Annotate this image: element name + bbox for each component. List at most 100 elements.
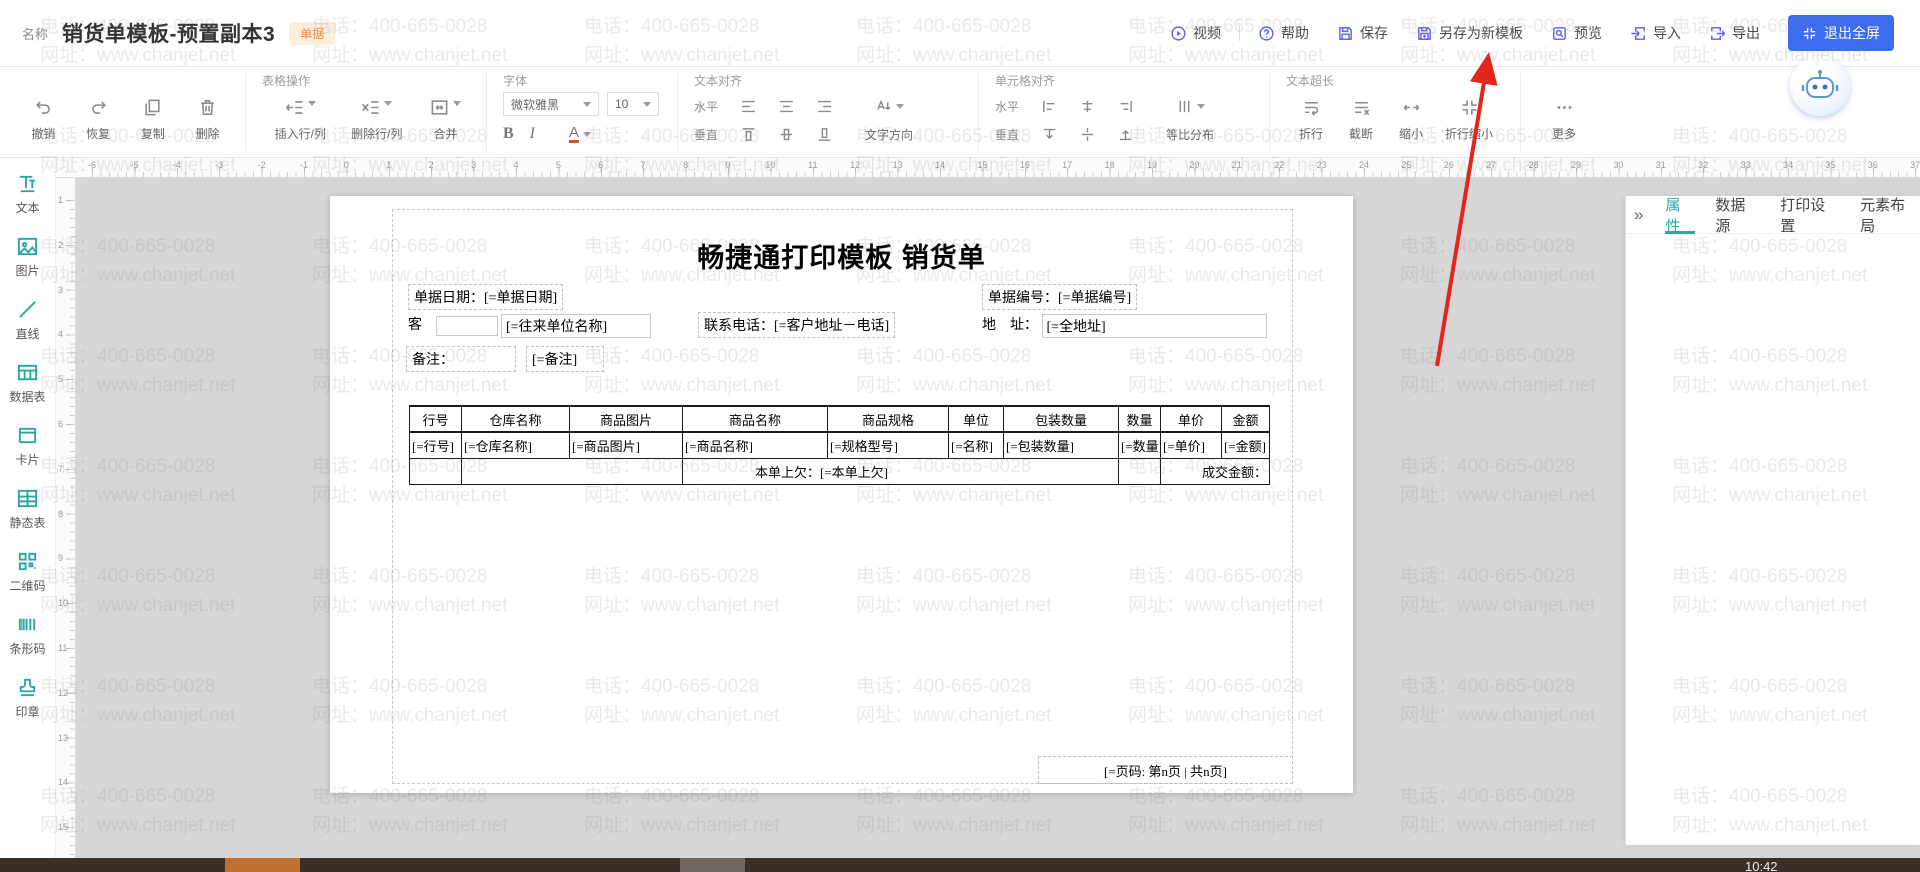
- col-header[interactable]: 单位: [948, 405, 1004, 433]
- field-address[interactable]: 地 址： [=全地址]: [982, 314, 1267, 338]
- align-middle-icon[interactable]: [778, 126, 795, 143]
- col-header[interactable]: 商品规格: [827, 405, 949, 433]
- col-header[interactable]: 单价: [1160, 405, 1222, 433]
- field-doc-date[interactable]: 单据日期：[=单据日期]: [408, 284, 564, 310]
- more-button[interactable]: 更多: [1537, 90, 1591, 157]
- truncate-text-button[interactable]: 截断: [1336, 90, 1386, 157]
- cell-align-middle-icon[interactable]: [1079, 126, 1096, 143]
- data-cell[interactable]: [=规格型号]: [827, 431, 949, 459]
- document-title[interactable]: 畅捷通打印模板 销货单: [330, 236, 1353, 275]
- tool-statictable[interactable]: 静态表: [9, 487, 46, 531]
- tool-text[interactable]: 文本: [15, 172, 40, 216]
- data-cell[interactable]: [=仓库名称]: [461, 431, 570, 459]
- delete-row-col-button[interactable]: 删除行/列: [339, 90, 416, 157]
- tool-card[interactable]: 卡片: [15, 424, 40, 468]
- footer-empty-cell[interactable]: [461, 457, 683, 485]
- col-header[interactable]: 商品名称: [682, 405, 828, 433]
- tool-image[interactable]: 图片: [15, 235, 40, 279]
- assistant-avatar[interactable]: [1790, 56, 1850, 116]
- italic-button[interactable]: I: [530, 125, 535, 143]
- text-direction-button[interactable]: [854, 98, 924, 115]
- template-page[interactable]: 畅捷通打印模板 销货单 单据日期：[=单据日期] 单据编号：[=单据编号] 客 …: [330, 196, 1353, 793]
- col-header[interactable]: 包装数量: [1003, 405, 1119, 433]
- cell-align-center-icon[interactable]: [1079, 98, 1096, 115]
- wrap-shrink-button[interactable]: 折行缩小: [1436, 90, 1502, 157]
- data-cell[interactable]: [=单价]: [1160, 431, 1222, 459]
- footer-amount-cell[interactable]: 成交金额：: [1160, 457, 1270, 485]
- distribute-columns-button[interactable]: [1155, 98, 1225, 115]
- tab-element-layout[interactable]: 元素布局: [1860, 196, 1920, 235]
- col-header[interactable]: 仓库名称: [461, 405, 570, 433]
- preview-button[interactable]: 预览: [1551, 23, 1602, 43]
- exit-fullscreen-button[interactable]: 退出全屏: [1788, 15, 1894, 51]
- col-header[interactable]: 商品图片: [569, 405, 683, 433]
- undo-button[interactable]: 撤销: [16, 90, 71, 157]
- footer-empty-cell[interactable]: [1118, 457, 1161, 485]
- data-cell[interactable]: [=数量]: [1118, 431, 1161, 459]
- address-value[interactable]: [=全地址]: [1041, 314, 1267, 338]
- delete-button[interactable]: 删除: [180, 90, 235, 157]
- data-cell[interactable]: [=商品名称]: [682, 431, 828, 459]
- font-family-select[interactable]: 微软雅黑: [503, 92, 599, 116]
- export-button[interactable]: 导出: [1709, 23, 1760, 43]
- vruler-tick-label: 10: [58, 598, 69, 609]
- data-cell[interactable]: [=包装数量]: [1003, 431, 1119, 459]
- field-contact-phone[interactable]: 联系电话：[=客户地址－电话]: [698, 312, 896, 338]
- col-header[interactable]: 行号: [409, 405, 462, 433]
- help-button[interactable]: 帮助: [1258, 23, 1309, 43]
- data-cell[interactable]: [=行号]: [409, 431, 462, 459]
- taskbar-app-grey[interactable]: [680, 858, 745, 872]
- save-as-template-button[interactable]: 另存为新模板: [1416, 23, 1523, 43]
- font-color-button[interactable]: A: [569, 125, 592, 143]
- align-right-icon[interactable]: [816, 98, 833, 115]
- align-center-icon[interactable]: [778, 98, 795, 115]
- cell-align-left-icon[interactable]: [1041, 98, 1058, 115]
- items-table[interactable]: 行号 仓库名称 商品图片 商品名称 商品规格 单位 包装数量 数量 单价 金额 …: [409, 405, 1270, 485]
- data-cell[interactable]: [=金额]: [1221, 431, 1270, 459]
- font-size-select[interactable]: 10: [607, 92, 659, 116]
- dropdown-caret: [453, 101, 462, 106]
- panel-collapse-icon[interactable]: »: [1634, 205, 1643, 225]
- footer-empty-cell[interactable]: [409, 457, 462, 485]
- tool-datatable[interactable]: 数据表: [9, 361, 46, 405]
- align-top-icon[interactable]: [740, 126, 757, 143]
- wrap-text-button[interactable]: 折行: [1286, 90, 1336, 157]
- page-number-field[interactable]: [=页码: 第n页 | 共n页]: [1038, 756, 1293, 784]
- customer-value[interactable]: [=往来单位名称]: [501, 314, 651, 338]
- taskbar-app-orange[interactable]: [225, 858, 300, 872]
- footer-owed-cell[interactable]: 本单上欠：[=本单上欠]: [682, 457, 1119, 485]
- tool-stamp[interactable]: 印章: [15, 676, 40, 720]
- cell-align-bottom-icon[interactable]: [1117, 126, 1134, 143]
- field-customer[interactable]: 客 [=往来单位名称]: [408, 314, 651, 338]
- align-left-icon[interactable]: [740, 98, 757, 115]
- col-header[interactable]: 金额: [1221, 405, 1270, 433]
- tab-print-settings[interactable]: 打印设置: [1780, 196, 1840, 235]
- tool-line[interactable]: 直线: [15, 298, 40, 342]
- video-button[interactable]: 视频: [1170, 23, 1221, 43]
- shrink-text-button[interactable]: 缩小: [1386, 90, 1436, 157]
- save-button[interactable]: 保存: [1337, 23, 1388, 43]
- cell-align-top-icon[interactable]: [1041, 126, 1058, 143]
- merge-cells-button[interactable]: 合并: [415, 90, 476, 157]
- cell-align-right-icon[interactable]: [1117, 98, 1134, 115]
- field-remark-value[interactable]: [=备注]: [526, 346, 604, 372]
- insert-row-col-button[interactable]: 插入行/列: [262, 90, 339, 157]
- field-remark-label[interactable]: 备注：: [406, 346, 516, 372]
- align-bottom-icon[interactable]: [816, 126, 833, 143]
- tab-datasource[interactable]: 数据源: [1715, 196, 1760, 235]
- tool-card-label: 卡片: [15, 453, 40, 467]
- field-doc-number[interactable]: 单据编号：[=单据编号]: [982, 284, 1138, 310]
- tab-properties[interactable]: 属性: [1665, 196, 1696, 235]
- customer-code-box[interactable]: [435, 316, 498, 336]
- copy-button[interactable]: 复制: [126, 90, 181, 157]
- data-cell[interactable]: [=名称]: [948, 431, 1004, 459]
- bold-button[interactable]: B: [503, 125, 514, 143]
- import-button[interactable]: 导入: [1630, 23, 1681, 43]
- tool-barcode[interactable]: 条形码: [9, 613, 46, 657]
- data-cell[interactable]: [=商品图片]: [569, 431, 683, 459]
- tool-qrcode[interactable]: 二维码: [9, 550, 46, 594]
- col-header[interactable]: 数量: [1118, 405, 1161, 433]
- redo-label: 恢复: [86, 127, 111, 141]
- redo-button[interactable]: 恢复: [71, 90, 126, 157]
- hruler-tick-label: 19: [1146, 160, 1158, 170]
